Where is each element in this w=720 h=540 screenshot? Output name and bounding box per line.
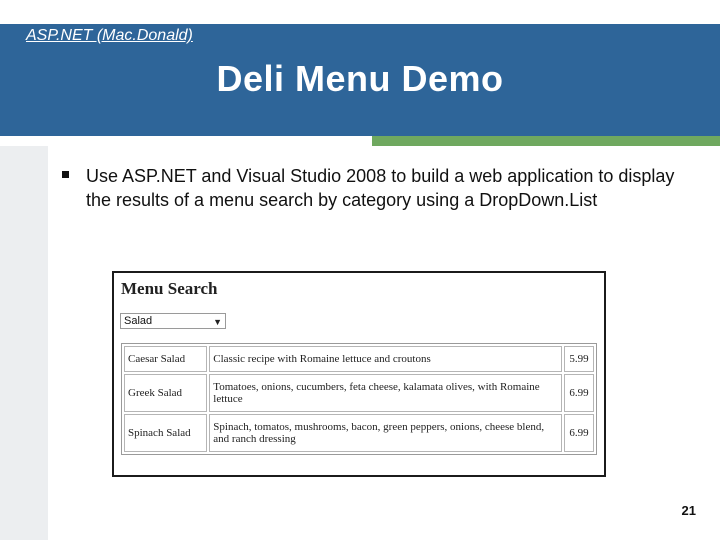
bullet-item: Use ASP.NET and Visual Studio 2008 to bu… (62, 164, 682, 212)
page-number: 21 (681, 503, 696, 518)
item-name-cell: Caesar Salad (124, 346, 208, 372)
menu-search-screenshot: Menu Search Salad ▼ Caesar Salad Classic… (112, 271, 606, 477)
item-price-cell: 5.99 (564, 346, 594, 372)
category-dropdown-value: Salad (124, 315, 153, 327)
header-green-accent (372, 136, 720, 146)
table-row: Spinach Salad Spinach, tomatos, mushroom… (124, 414, 594, 452)
item-name-cell: Spinach Salad (124, 414, 208, 452)
category-dropdown[interactable]: Salad ▼ (120, 313, 226, 329)
chevron-down-icon[interactable]: ▼ (213, 315, 222, 329)
slide-top-strip (0, 0, 720, 24)
course-title-link[interactable]: ASP.NET (Mac.Donald) (26, 27, 193, 45)
bullet-text: Use ASP.NET and Visual Studio 2008 to bu… (86, 166, 675, 210)
item-price-cell: 6.99 (564, 414, 594, 452)
menu-results-table: Caesar Salad Classic recipe with Romaine… (121, 343, 597, 455)
item-name-cell: Greek Salad (124, 374, 208, 412)
item-description-cell: Spinach, tomatos, mushrooms, bacon, gree… (209, 414, 563, 452)
item-description-cell: Tomatoes, onions, cucumbers, feta cheese… (209, 374, 563, 412)
table-row: Caesar Salad Classic recipe with Romaine… (124, 346, 594, 372)
menu-search-heading: Menu Search (121, 279, 218, 298)
square-bullet-icon (62, 171, 69, 178)
slide-title: Deli Menu Demo (216, 58, 504, 99)
item-description-cell: Classic recipe with Romaine lettuce and … (209, 346, 563, 372)
item-price-cell: 6.99 (564, 374, 594, 412)
table-row: Greek Salad Tomatoes, onions, cucumbers,… (124, 374, 594, 412)
